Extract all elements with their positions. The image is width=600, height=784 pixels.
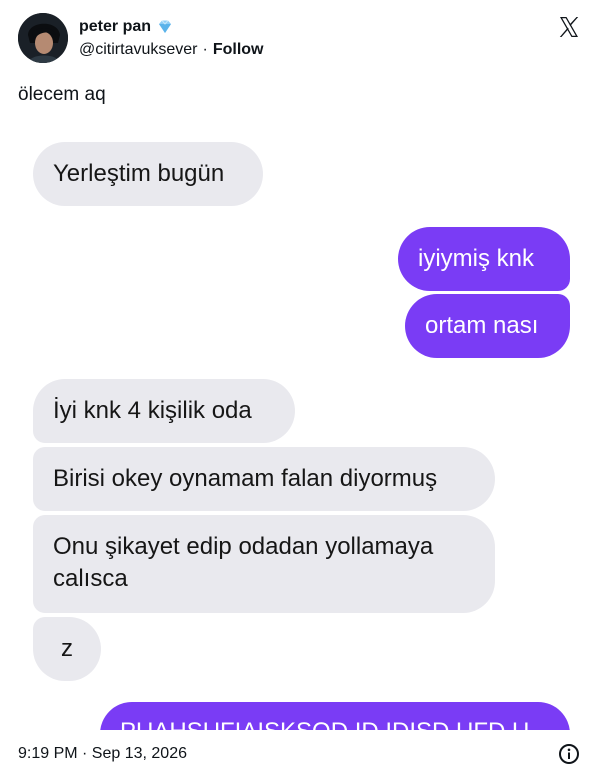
message-bubble-incoming: z xyxy=(33,617,101,681)
author-display-name[interactable]: peter pan xyxy=(79,17,151,37)
avatar[interactable] xyxy=(18,13,68,63)
tweet-text: ölecem aq xyxy=(18,84,106,105)
message-bubble-incoming: İyi knk 4 kişilik oda xyxy=(33,379,295,443)
chat-screenshot[interactable]: Yerleştim bugün iyiymiş knk ortam nası İ… xyxy=(0,120,600,730)
author-handle[interactable]: @citirtavuksever xyxy=(79,40,198,60)
message-bubble-incoming: Birisi okey oynamam falan diyormuş xyxy=(33,447,495,511)
message-bubble-outgoing: PUAHSUFIAISKSOD ID IDISD UFD U xyxy=(100,702,570,730)
follow-button[interactable]: Follow xyxy=(213,40,264,60)
diamond-icon xyxy=(156,18,174,36)
message-bubble-incoming: Onu şikayet edip odadan yollamaya calısc… xyxy=(33,515,495,613)
message-bubble-incoming: Yerleştim bugün xyxy=(33,142,263,206)
message-bubble-outgoing: ortam nası xyxy=(405,294,570,358)
info-icon[interactable] xyxy=(558,743,580,765)
message-bubble-outgoing: iyiymiş knk xyxy=(398,227,570,291)
timestamp[interactable]: 9:19 PM · Sep 13, 2026 xyxy=(18,744,187,764)
author-name-row: peter pan xyxy=(79,17,174,37)
tweet-footer: 9:19 PM · Sep 13, 2026 xyxy=(0,730,600,784)
x-logo-icon[interactable] xyxy=(557,15,581,39)
separator: · xyxy=(202,41,208,58)
author-handle-row: @citirtavuksever · Follow xyxy=(79,40,263,60)
